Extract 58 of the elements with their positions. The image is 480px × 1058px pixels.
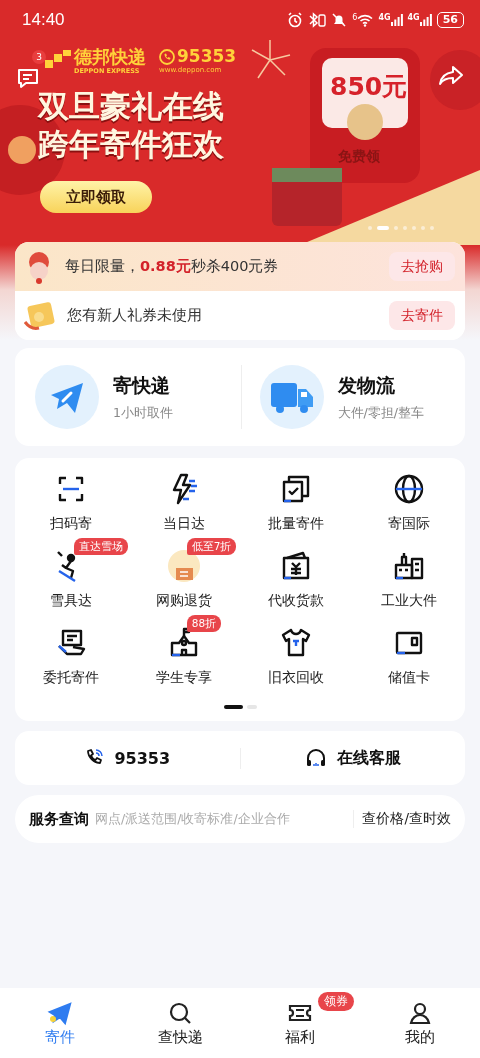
signal-indicator: 4G (378, 14, 403, 26)
brand-name: 德邦快递 (74, 48, 146, 66)
notice-text: 您有新人礼券未使用 (67, 306, 203, 325)
notice-action-button[interactable]: 去抢购 (389, 252, 455, 281)
hotline-button[interactable]: 95353 (114, 748, 171, 768)
envelope-amount: 850元 (330, 71, 408, 103)
carousel-dot[interactable] (394, 226, 398, 230)
service-title[interactable]: 寄快递 (113, 372, 173, 399)
carousel-dot[interactable] (430, 226, 434, 230)
nav-tab[interactable]: 查快递 (157, 988, 203, 1058)
hotline-number: 95353 (177, 48, 237, 66)
carousel-dot[interactable] (368, 226, 372, 230)
envelope-label: 免费领 (338, 148, 380, 166)
service-label[interactable]: 储值卡 (387, 669, 430, 687)
battery-indicator: 56 (436, 12, 464, 28)
query-title: 服务查询 (29, 809, 89, 829)
carousel-dot[interactable] (412, 226, 416, 230)
nav-tab[interactable]: 我的 (405, 988, 435, 1058)
headset-icon[interactable] (304, 748, 327, 768)
service-label[interactable]: 寄国际 (387, 515, 430, 533)
service-label[interactable]: 批量寄件 (268, 515, 325, 533)
promo-badge: 低至7折 (186, 538, 237, 555)
share-icon[interactable] (438, 64, 464, 88)
banner-headline: 双旦豪礼在线 (38, 88, 224, 124)
carousel-dot[interactable] (421, 226, 425, 230)
bluetooth-icon (308, 12, 327, 28)
service-label[interactable]: 网购退货 (155, 592, 212, 610)
price-time-link[interactable]: 查价格/查时效 (353, 810, 451, 828)
wifi-indicator: 6 (352, 13, 374, 27)
service-title[interactable]: 发物流 (337, 372, 424, 399)
nav-tab[interactable]: 寄件 (45, 988, 75, 1058)
alarm-icon (287, 12, 304, 28)
coupon-badge: 领券 (318, 992, 354, 1011)
service-subtitle: 1小时取件 (113, 404, 173, 422)
nav-tab[interactable]: 福利 (285, 988, 315, 1058)
banner-headline: 跨年寄件狂欢 (38, 126, 224, 162)
service-label[interactable]: 当日达 (162, 515, 205, 533)
phone-icon (159, 48, 175, 65)
paper-plane-icon (47, 999, 73, 1026)
muted-bell-icon (331, 12, 348, 28)
promo-badge: 直达雪场 (74, 538, 129, 555)
carousel-dot[interactable] (403, 226, 407, 230)
notice-text: 每日限量，0.88元秒杀400元券 (65, 257, 280, 276)
service-label[interactable]: 雪具达 (50, 592, 93, 610)
claim-button[interactable]: 立即领取 (40, 181, 152, 213)
service-label[interactable]: 委托寄件 (43, 669, 100, 687)
signal-indicator: 4G (407, 14, 432, 26)
service-label[interactable]: 学生专享 (155, 669, 212, 687)
service-label[interactable]: 代收货款 (268, 592, 325, 610)
status-time: 14:40 (22, 10, 65, 30)
notice-action-button[interactable]: 去寄件 (389, 301, 455, 330)
online-service-button[interactable]: 在线客服 (336, 747, 401, 769)
promo-badge: 88折 (186, 615, 222, 632)
service-label[interactable]: 工业大件 (380, 592, 437, 610)
service-label[interactable]: 扫码寄 (50, 515, 93, 533)
service-label[interactable]: 旧衣回收 (268, 669, 325, 687)
coupon-icon (23, 299, 57, 332)
service-subtitle: 大件/零担/整车 (337, 404, 424, 422)
